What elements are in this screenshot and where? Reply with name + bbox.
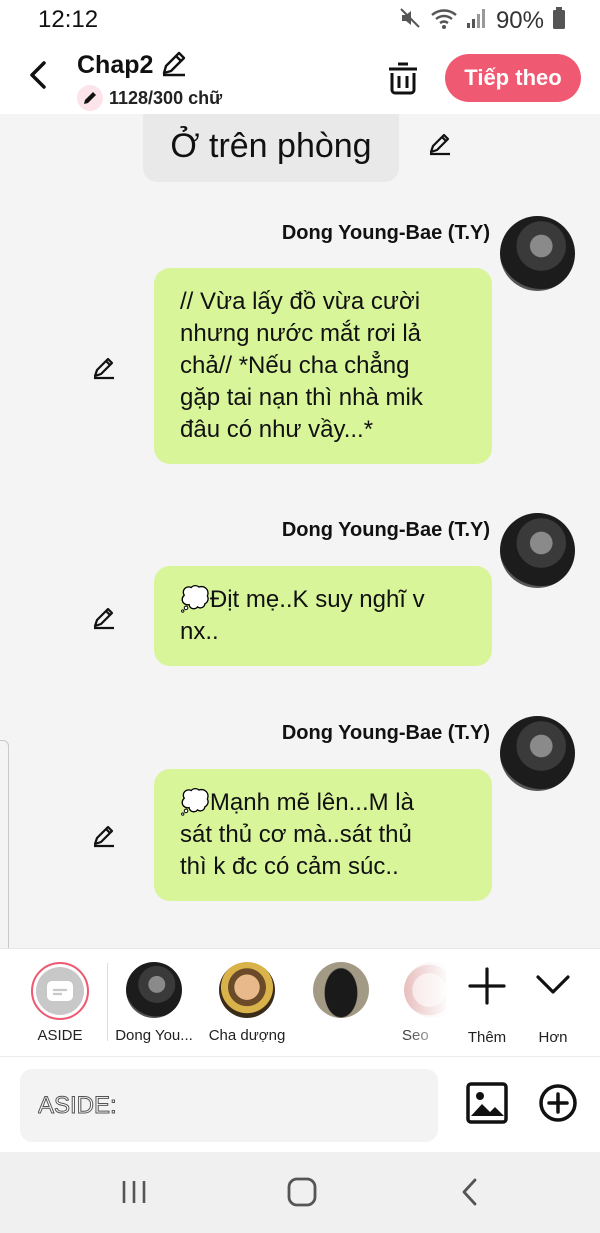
character-strip: ASIDE Dong You... Cha dượng Seo Thêm Hơn	[0, 948, 600, 1057]
edit-message-button[interactable]	[92, 822, 118, 848]
character-label: ASIDE	[37, 1027, 83, 1044]
message-line: chả// *Nếu cha chẳng	[180, 352, 410, 379]
sender-name: Dong Young-Bae (T.Y)	[281, 222, 490, 244]
add-content-button[interactable]	[538, 1083, 578, 1123]
plus-circle-icon	[539, 1084, 577, 1122]
message-input[interactable]	[38, 1091, 438, 1120]
trash-icon	[389, 62, 417, 95]
battery-percent: 90%	[495, 6, 544, 34]
message-bubble[interactable]: 💭Địt mẹ..K suy nghĩ v nx..	[154, 566, 492, 666]
next-button[interactable]: Tiếp theo	[445, 54, 581, 102]
app-screen: 12:12 90% Chap2 1128/300 chữ Tiếp theo Ở…	[0, 0, 600, 1233]
character-label: Cha dượng	[208, 1027, 286, 1044]
narration-icon	[47, 981, 73, 1001]
composer	[0, 1056, 600, 1152]
delete-button[interactable]	[386, 60, 420, 96]
avatar[interactable]	[500, 216, 575, 291]
sender-name: Dong Young-Bae (T.Y)	[281, 722, 490, 744]
status-bar: 12:12 90%	[0, 0, 600, 44]
message-line: sát thủ cơ mà..sát thủ	[180, 821, 412, 848]
character-dong-young-bae[interactable]: Dong You...	[106, 949, 202, 1057]
message-line: 💭Địt mẹ..K suy nghĩ v	[180, 586, 425, 613]
message-line: nhưng nước mắt rơi lả	[180, 320, 422, 347]
message-line: thì k đc có cảm súc..	[180, 853, 399, 880]
avatar[interactable]	[500, 513, 575, 588]
insert-image-button[interactable]	[466, 1082, 508, 1124]
wifi-icon	[430, 6, 458, 35]
avatar	[219, 962, 275, 1018]
expand-label: Hơn	[538, 1029, 568, 1046]
status-icons: 90%	[398, 6, 566, 35]
pencil-icon	[93, 607, 114, 630]
character-label: Dong You...	[115, 1027, 193, 1044]
battery-icon	[552, 6, 566, 35]
message-line: // Vừa lấy đồ vừa cười	[180, 288, 421, 315]
message-bubble[interactable]: 💭Mạnh mẽ lên...M là sát thủ cơ mà..sát t…	[154, 769, 492, 901]
chat-area[interactable]: Ở trên phòng Dong Young-Bae (T.Y) // Vừa…	[0, 114, 600, 948]
message-line: nx..	[180, 618, 219, 645]
char-count-row: 1128/300 chữ	[77, 85, 222, 111]
avatar[interactable]	[500, 716, 575, 791]
pencil-icon	[93, 825, 114, 848]
mute-icon	[398, 6, 422, 35]
char-count: 1128/300 chữ	[109, 87, 223, 108]
editor-header: Chap2 1128/300 chữ Tiếp theo	[0, 44, 600, 114]
system-nav-bar	[0, 1152, 600, 1233]
edit-message-button[interactable]	[92, 354, 118, 380]
system-back-button[interactable]	[448, 1172, 492, 1212]
avatar	[313, 962, 369, 1018]
pencil-icon	[429, 133, 450, 156]
character-aside[interactable]: ASIDE	[12, 949, 108, 1057]
recent-apps-button[interactable]	[112, 1172, 156, 1212]
message-line: gặp tai nạn thì nhà mik	[180, 384, 423, 411]
message-input-box	[20, 1069, 438, 1142]
character-cha-duong[interactable]: Cha dượng	[199, 949, 295, 1057]
chevron-left-icon	[462, 1178, 477, 1206]
message-bubble[interactable]: // Vừa lấy đồ vừa cười nhưng nước mắt rơ…	[154, 268, 492, 464]
more-label: Thêm	[467, 1029, 507, 1046]
side-panel-handle[interactable]	[0, 740, 9, 970]
title-row: Chap2	[77, 48, 189, 83]
pencil-icon	[163, 51, 186, 77]
pencil-icon	[93, 357, 114, 380]
sender-name: Dong Young-Bae (T.Y)	[281, 519, 490, 541]
chevron-left-icon	[30, 61, 46, 89]
expand-button[interactable]: Hơn	[523, 961, 583, 1049]
pencil-badge-icon	[77, 85, 103, 111]
aside-avatar	[31, 962, 89, 1020]
plus-icon	[468, 967, 506, 1005]
location-bubble[interactable]: Ở trên phòng	[143, 114, 399, 182]
image-icon	[466, 1082, 508, 1124]
add-character-button[interactable]: Thêm	[457, 961, 517, 1049]
back-button[interactable]	[22, 58, 56, 92]
edit-title-button[interactable]	[159, 48, 189, 83]
edit-location-button[interactable]	[428, 130, 454, 156]
character-unnamed[interactable]	[293, 949, 389, 1057]
home-icon	[287, 1177, 317, 1207]
avatar	[126, 962, 182, 1018]
chevron-down-icon	[536, 975, 570, 994]
strip-fade	[400, 949, 450, 1057]
chapter-title: Chap2	[77, 51, 154, 79]
status-time: 12:12	[38, 6, 99, 33]
recents-icon	[122, 1181, 146, 1203]
signal-icon	[466, 6, 488, 35]
message-line: đâu có như vầy...*	[180, 416, 374, 443]
home-button[interactable]	[280, 1172, 324, 1212]
message-line: 💭Mạnh mẽ lên...M là	[180, 789, 414, 816]
edit-message-button[interactable]	[92, 604, 118, 630]
